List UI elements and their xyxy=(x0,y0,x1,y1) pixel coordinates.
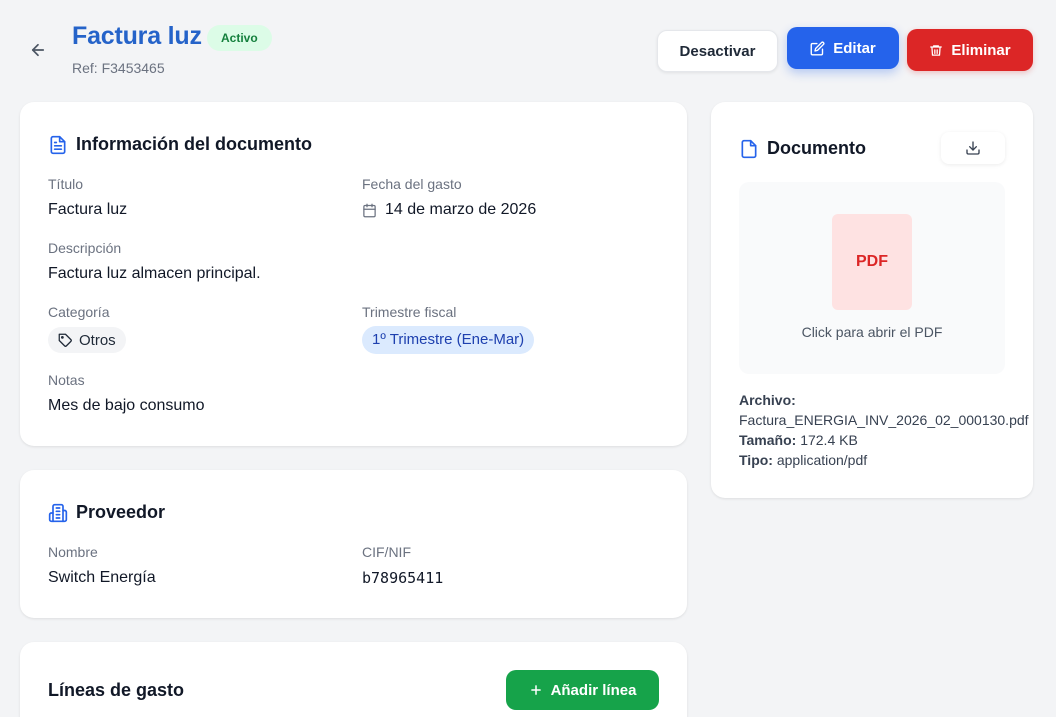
add-line-label: Añadir línea xyxy=(550,681,637,699)
delete-button[interactable]: Eliminar xyxy=(907,29,1033,71)
trash-icon xyxy=(930,44,943,56)
descripcion-value: Factura luz almacen principal. xyxy=(48,265,261,282)
document-icon xyxy=(50,135,66,154)
edit-label: Editar xyxy=(833,39,876,57)
pdf-preview[interactable]: PDF Click para abrir el PDF xyxy=(739,182,1005,374)
tamano-value: 172.4 KB xyxy=(800,432,858,448)
fecha-label: Fecha del gasto xyxy=(362,176,462,192)
file-icon xyxy=(741,139,757,158)
document-title: Documento xyxy=(739,138,866,159)
plus-icon xyxy=(530,685,541,695)
expense-lines-heading: Líneas de gasto xyxy=(48,680,185,700)
status-badge: Activo xyxy=(207,25,272,51)
titulo-value: Factura luz xyxy=(48,201,128,218)
nombre-label: Nombre xyxy=(48,544,98,560)
arrow-left-icon xyxy=(31,43,45,57)
trimestre-label: Trimestre fiscal xyxy=(362,304,457,320)
categoria-tag: Otros xyxy=(48,327,126,353)
categoria-text: Otros xyxy=(79,331,116,349)
tamano-label: Tamaño: xyxy=(739,432,797,448)
edit-icon xyxy=(810,41,825,55)
categoria-label: Categoría xyxy=(48,304,110,320)
back-button[interactable] xyxy=(26,38,50,62)
reference-number: Ref: F3453465 xyxy=(72,60,165,76)
download-icon xyxy=(966,141,980,155)
add-line-button[interactable]: Añadir línea xyxy=(506,670,659,710)
tag-icon xyxy=(58,333,72,347)
document-card: Documento PDF Click para abrir el PDF Ar… xyxy=(711,102,1033,498)
document-info-card: Información del documento Título Factura… xyxy=(20,102,687,446)
trimestre-tag: 1º Trimestre (Ene-Mar) xyxy=(362,326,535,354)
descripcion-label: Descripción xyxy=(48,240,122,256)
edit-button[interactable]: Editar xyxy=(787,27,899,69)
deactivate-label: Desactivar xyxy=(679,42,756,60)
document-info-heading: Información del documento xyxy=(76,134,313,154)
supplier-heading: Proveedor xyxy=(76,502,166,522)
nombre-value: Switch Energía xyxy=(48,569,156,586)
deactivate-button[interactable]: Desactivar xyxy=(657,30,778,72)
cif-value: b78965411 xyxy=(362,569,444,587)
archivo-label: Archivo: xyxy=(739,392,796,408)
tipo-value: application/pdf xyxy=(776,452,868,468)
fecha-value: 14 de marzo de 2026 xyxy=(362,201,536,219)
archivo-value: Factura_ENERGIA_INV_2026_02_000130.pdf xyxy=(739,412,1029,428)
supplier-card: Proveedor Nombre Switch Energía CIF/NIF … xyxy=(20,470,687,618)
open-pdf-hint: Click para abrir el PDF xyxy=(801,324,943,340)
notas-value: Mes de bajo consumo xyxy=(48,397,205,414)
file-metadata: Archivo: Factura_ENERGIA_INV_2026_02_000… xyxy=(739,390,1033,470)
titulo-label: Título xyxy=(48,176,84,192)
document-heading: Documento xyxy=(767,138,866,158)
expense-lines-card: Líneas de gasto Añadir línea xyxy=(20,642,687,717)
download-button[interactable] xyxy=(941,132,1005,164)
delete-label: Eliminar xyxy=(951,41,1011,59)
pdf-thumbnail: PDF xyxy=(832,214,912,310)
tipo-label: Tipo: xyxy=(739,452,773,468)
supplier-title: Proveedor xyxy=(48,502,165,523)
cif-label: CIF/NIF xyxy=(362,544,411,560)
document-info-title: Información del documento xyxy=(48,134,312,155)
calendar-icon xyxy=(363,203,376,217)
fecha-text: 14 de marzo de 2026 xyxy=(385,201,537,218)
page-title: Factura luz xyxy=(72,22,202,50)
notas-label: Notas xyxy=(48,372,85,388)
building-icon xyxy=(48,503,68,522)
